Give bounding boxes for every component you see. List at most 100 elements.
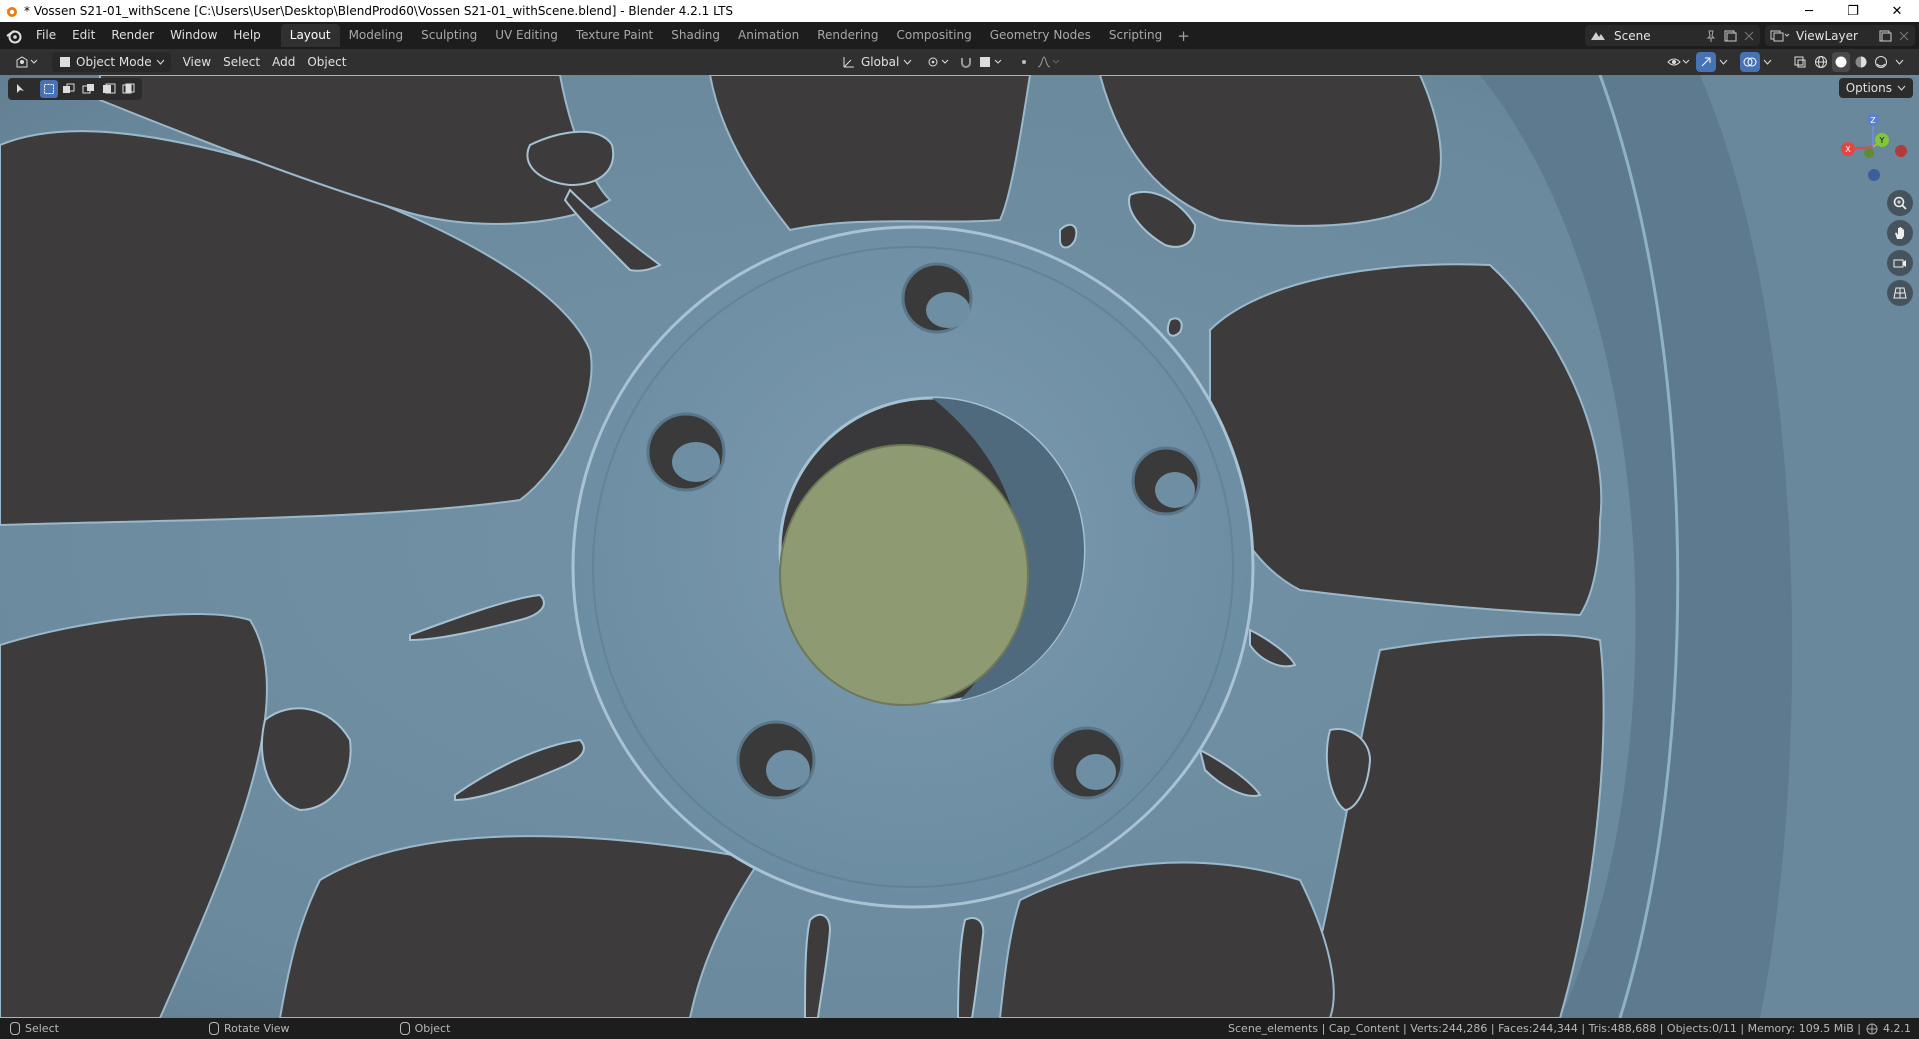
menu-file[interactable]: File	[28, 22, 64, 49]
scene-name[interactable]: Scene	[1608, 29, 1657, 43]
perspective-toggle-button[interactable]	[1887, 280, 1913, 306]
overlays-toggle[interactable]	[1740, 52, 1760, 72]
select-invert-button[interactable]	[100, 80, 118, 98]
tab-uv-editing[interactable]: UV Editing	[486, 24, 567, 47]
menu-add[interactable]: Add	[266, 52, 301, 72]
wheel-render	[0, 75, 1919, 1018]
select-new-icon	[44, 84, 54, 94]
gizmo-arrow-icon	[1701, 57, 1711, 67]
falloff-curve-icon	[1037, 56, 1060, 68]
window-title-bar: * Vossen S21-01_withScene [C:\Users\User…	[0, 0, 1919, 22]
menu-select[interactable]: Select	[217, 52, 266, 72]
blender-menu-icon[interactable]	[0, 28, 28, 44]
pan-button[interactable]	[1887, 220, 1913, 246]
tab-modeling[interactable]: Modeling	[340, 24, 413, 47]
mouse-left-icon	[10, 1022, 20, 1035]
object-mode-icon	[60, 57, 70, 67]
overlays-dropdown[interactable]	[1760, 52, 1775, 72]
chevron-down-icon	[156, 59, 164, 65]
menu-view[interactable]: View	[177, 52, 217, 72]
view-layer-selector[interactable]: ViewLayer	[1765, 25, 1915, 46]
minimize-button[interactable]: ─	[1787, 0, 1831, 22]
mode-dropdown[interactable]: Object Mode	[52, 52, 171, 72]
chevron-down-icon	[1895, 59, 1904, 65]
gizmo-dropdown[interactable]	[1716, 52, 1731, 72]
tab-layout[interactable]: Layout	[280, 24, 340, 47]
viewport-header: Object Mode View Select Add Object Globa…	[0, 49, 1919, 75]
tab-scripting[interactable]: Scripting	[1100, 24, 1171, 47]
tab-animation[interactable]: Animation	[729, 24, 808, 47]
shading-solid-button[interactable]	[1832, 52, 1850, 72]
menu-edit[interactable]: Edit	[64, 22, 103, 49]
select-intersect-button[interactable]	[120, 80, 138, 98]
mode-label: Object Mode	[76, 55, 152, 69]
navigation-gizmo[interactable]: Z Y X	[1829, 105, 1909, 185]
y-axis-label: Y	[1879, 136, 1885, 145]
shading-dropdown[interactable]	[1892, 52, 1907, 72]
add-workspace-button[interactable]: +	[1171, 27, 1196, 45]
orientation-axes-icon	[843, 57, 854, 68]
close-button[interactable]: ✕	[1875, 0, 1919, 22]
network-icon	[1866, 1023, 1878, 1034]
xray-icon	[1794, 56, 1806, 68]
chevron-down-icon	[1897, 85, 1906, 91]
negative-z-axis-handle[interactable]	[1868, 169, 1880, 181]
menu-help[interactable]: Help	[225, 22, 268, 49]
zoom-magnifier-icon	[1893, 196, 1907, 210]
shading-wireframe-button[interactable]	[1812, 52, 1830, 72]
select-extend-icon	[63, 83, 75, 93]
select-extend-button[interactable]	[60, 80, 78, 98]
tab-geometry-nodes[interactable]: Geometry Nodes	[981, 24, 1100, 47]
select-invert-icon	[103, 83, 116, 94]
proportional-falloff-dropdown[interactable]	[1030, 52, 1068, 72]
select-intersect-icon	[122, 83, 135, 94]
chevron-down-icon	[903, 59, 912, 65]
solid-sphere-icon	[1835, 56, 1847, 68]
select-subtract-button[interactable]	[80, 80, 98, 98]
chevron-down-icon	[1763, 59, 1772, 65]
overlay-circles-icon	[1743, 57, 1757, 67]
new-view-layer-icon[interactable]	[1877, 29, 1893, 43]
xray-toggle[interactable]	[1790, 52, 1810, 72]
menu-object[interactable]: Object	[301, 52, 352, 72]
3d-viewport[interactable]: Options Z Y X	[0, 75, 1919, 1018]
shading-material-button[interactable]	[1852, 52, 1870, 72]
gizmo-toggle[interactable]	[1696, 52, 1716, 72]
shading-rendered-button[interactable]	[1872, 52, 1890, 72]
select-tool-button[interactable]	[12, 80, 30, 98]
status-bar: Select Rotate View Object Scene_elements…	[0, 1018, 1919, 1039]
tab-sculpting[interactable]: Sculpting	[412, 24, 486, 47]
transform-orientation-dropdown[interactable]: Global	[835, 52, 918, 72]
pivot-icon	[928, 57, 949, 67]
tab-shading[interactable]: Shading	[662, 24, 729, 47]
tab-rendering[interactable]: Rendering	[808, 24, 887, 47]
negative-x-axis-handle[interactable]	[1895, 145, 1907, 157]
delete-view-layer-icon[interactable]	[1897, 29, 1911, 43]
negative-y-axis-handle[interactable]	[1864, 148, 1874, 158]
camera-view-button[interactable]	[1887, 250, 1913, 276]
zoom-button[interactable]	[1887, 190, 1913, 216]
view-layer-name[interactable]: ViewLayer	[1790, 29, 1864, 43]
z-axis-label: Z	[1870, 116, 1876, 125]
visibility-dropdown[interactable]	[1660, 52, 1698, 72]
new-scene-icon[interactable]	[1722, 29, 1738, 43]
tab-texture-paint[interactable]: Texture Paint	[567, 24, 662, 47]
snap-target-dropdown[interactable]	[972, 52, 1012, 72]
scene-selector[interactable]: Scene	[1585, 25, 1760, 46]
restore-button[interactable]: ❐	[1831, 0, 1875, 22]
scene-icon	[1591, 31, 1605, 40]
view-layer-icon	[1770, 30, 1790, 41]
workspace-tabs: Layout Modeling Sculpting UV Editing Tex…	[280, 22, 1196, 49]
select-new-button[interactable]	[40, 80, 58, 98]
material-sphere-icon	[1855, 56, 1867, 68]
menu-window[interactable]: Window	[162, 22, 225, 49]
editor-type-button[interactable]	[8, 52, 46, 72]
rendered-sphere-icon	[1875, 56, 1887, 68]
menu-render[interactable]: Render	[103, 22, 162, 49]
top-bar: File Edit Render Window Help Layout Mode…	[0, 22, 1919, 49]
options-dropdown[interactable]: Options	[1838, 78, 1913, 98]
pin-icon[interactable]	[1704, 29, 1718, 43]
x-axis-label: X	[1845, 145, 1851, 154]
delete-scene-icon[interactable]	[1742, 29, 1756, 43]
tab-compositing[interactable]: Compositing	[887, 24, 980, 47]
